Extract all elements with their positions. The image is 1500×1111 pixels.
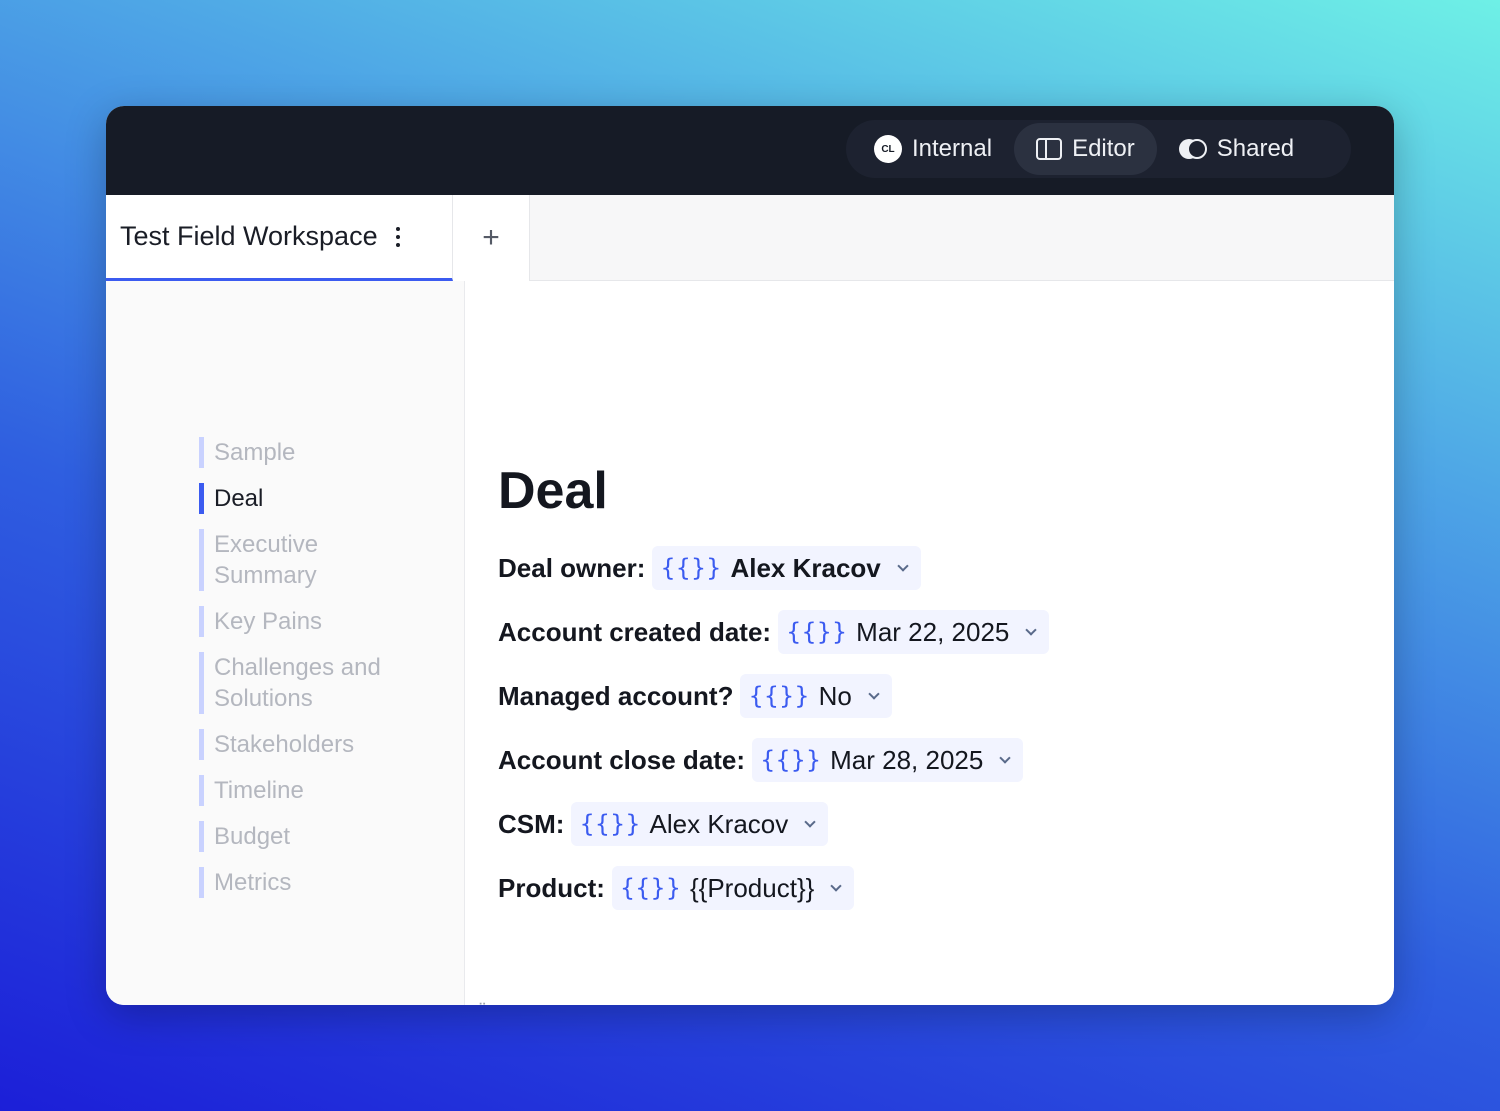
csm-field-dropdown[interactable]: {{}} Alex Kracov <box>571 802 829 846</box>
mode-shared-button[interactable]: Shared <box>1157 123 1316 175</box>
field-label: Deal owner: <box>498 552 646 583</box>
field-label: Account created date: <box>498 616 772 647</box>
field-row-csm: CSM: {{}} Alex Kracov <box>498 802 1049 846</box>
outline-list: Sample Deal Executive Summary Key Pains … <box>199 437 449 913</box>
chevron-down-icon <box>1025 624 1038 636</box>
field-value: Mar 22, 2025 <box>856 616 1010 647</box>
mode-editor-label: Editor <box>1072 135 1135 162</box>
chevron-down-icon <box>897 560 909 572</box>
field-row-deal-owner: Deal owner: {{}} Alex Kracov <box>498 546 1049 590</box>
drag-handle-icon[interactable]: ⠿ <box>478 1001 488 1005</box>
mode-internal-label: Internal <box>912 135 993 162</box>
add-tab-button[interactable]: + <box>453 195 530 281</box>
variable-braces-icon: {{}} <box>748 682 810 710</box>
chevron-down-icon <box>804 816 816 828</box>
field-row-account-created-date: Account created date: {{}} Mar 22, 2025 <box>498 610 1050 654</box>
field-value: Alex Kracov <box>649 808 789 839</box>
field-row-managed-account: Managed account? {{}} No <box>498 674 1049 718</box>
mode-internal-button[interactable]: CL Internal <box>852 123 1014 175</box>
toggle-circles-icon <box>1178 138 1207 160</box>
field-value: Mar 28, 2025 <box>830 744 984 775</box>
field-label: Managed account? <box>498 680 734 711</box>
field-value: {{Product}} <box>689 872 815 903</box>
outline-item-timeline[interactable]: Timeline <box>199 775 449 806</box>
account-created-date-field-dropdown[interactable]: {{}} Mar 22, 2025 <box>778 610 1050 654</box>
chevron-down-icon <box>830 880 842 892</box>
field-list: Deal owner: {{}} Alex Kracov Account cre… <box>498 546 1050 930</box>
outline-sidebar: Sample Deal Executive Summary Key Pains … <box>106 281 465 1005</box>
outline-item-key-pains[interactable]: Key Pains <box>199 606 449 637</box>
avatar: CL <box>874 135 902 163</box>
document-content: Deal Deal owner: {{}} Alex Kracov Accoun… <box>498 281 1358 1005</box>
field-label: CSM: <box>498 808 565 839</box>
product-field-dropdown[interactable]: {{}} {{Product}} <box>611 866 855 910</box>
field-value: No <box>818 680 852 711</box>
field-label: Account close date: <box>498 744 746 775</box>
tab-test-field-workspace[interactable]: Test Field Workspace <box>106 195 453 281</box>
workspace-tab-bar: Test Field Workspace + <box>106 195 1394 281</box>
variable-braces-icon: {{}} <box>619 874 681 902</box>
outline-item-challenges-and-solutions[interactable]: Challenges and Solutions <box>199 652 399 714</box>
deal-owner-field-dropdown[interactable]: {{}} Alex Kracov <box>652 546 921 590</box>
more-options-icon[interactable] <box>392 223 404 251</box>
variable-braces-icon: {{}} <box>660 554 722 582</box>
field-row-account-close-date: Account close date: {{}} Mar 28, 2025 <box>498 738 1049 782</box>
top-bar: CL Internal Editor Shared <box>106 106 1394 195</box>
outline-item-deal[interactable]: Deal <box>199 483 449 514</box>
outline-item-executive-summary[interactable]: Executive Summary <box>199 529 339 591</box>
tab-title: Test Field Workspace <box>120 221 378 251</box>
managed-account-field-dropdown[interactable]: {{}} No <box>740 674 892 718</box>
sidebar-panel-icon <box>1036 138 1063 160</box>
outline-item-stakeholders[interactable]: Stakeholders <box>199 729 449 760</box>
field-value: Alex Kracov <box>730 552 881 583</box>
variable-braces-icon: {{}} <box>760 746 822 774</box>
view-mode-switch: CL Internal Editor Shared <box>846 120 1351 178</box>
page-title: Deal <box>498 462 608 520</box>
mode-editor-button[interactable]: Editor <box>1014 123 1157 175</box>
chevron-down-icon <box>868 688 880 700</box>
variable-braces-icon: {{}} <box>579 810 641 838</box>
field-label: Product: <box>498 872 605 903</box>
account-close-date-field-dropdown[interactable]: {{}} Mar 28, 2025 <box>752 738 1024 782</box>
outline-item-sample[interactable]: Sample <box>199 437 449 468</box>
variable-braces-icon: {{}} <box>786 618 848 646</box>
mode-shared-label: Shared <box>1216 135 1295 162</box>
outline-item-metrics[interactable]: Metrics <box>199 867 449 898</box>
app-window: CL Internal Editor Shared Test Field Wor… <box>106 106 1394 1005</box>
field-row-product: Product: {{}} {{Product}} <box>498 866 1049 910</box>
chevron-down-icon <box>999 752 1012 764</box>
outline-item-budget[interactable]: Budget <box>199 821 449 852</box>
